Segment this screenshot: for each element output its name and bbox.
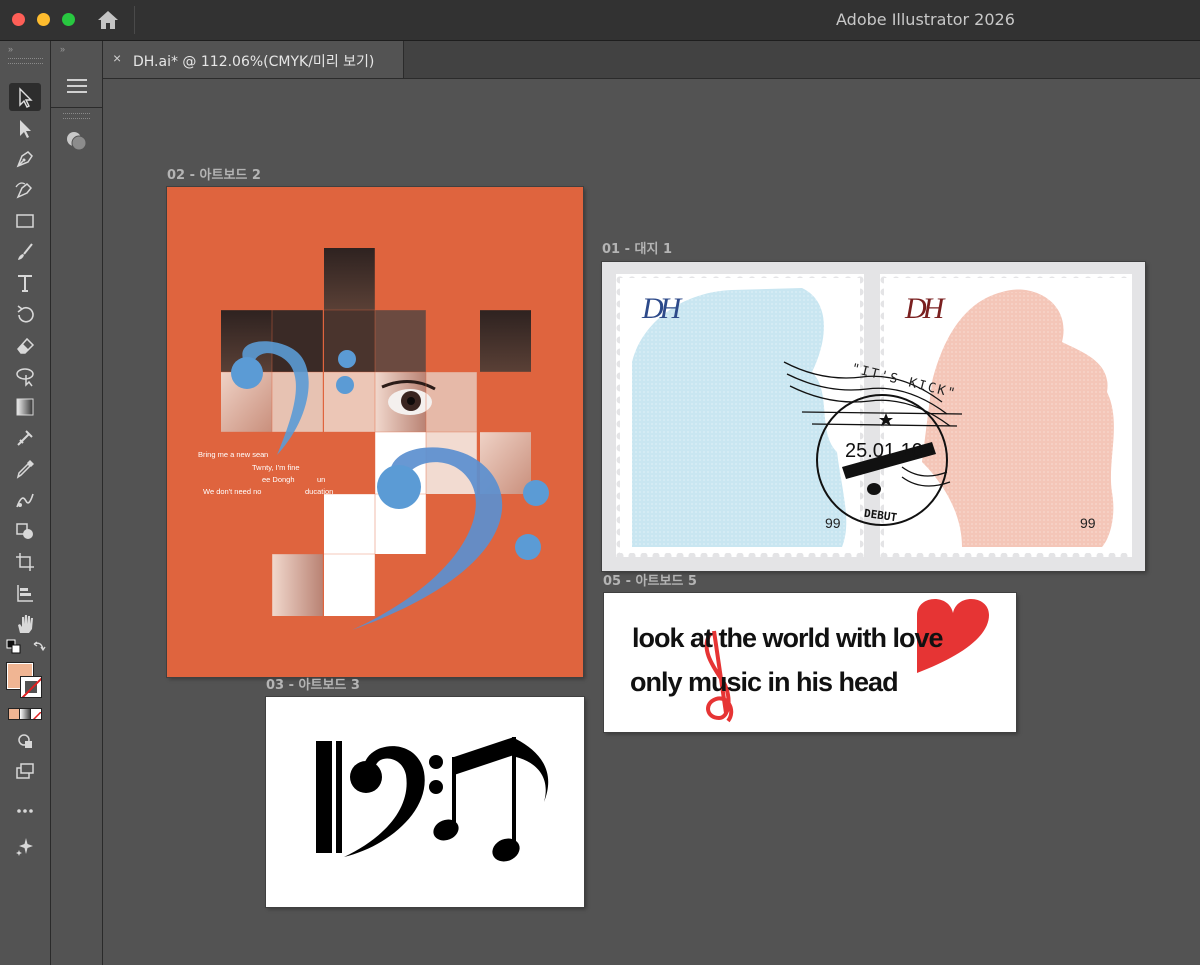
blend-tool[interactable] (9, 486, 41, 514)
no-stroke-icon (21, 677, 41, 697)
lyric-line-1b: n (264, 450, 268, 459)
direct-selection-tool[interactable] (9, 114, 41, 142)
document-tab-bar: × DH.ai* @ 112.06%(CMYK/미리 보기) (103, 41, 1200, 79)
stroke-color-swatch[interactable] (20, 676, 42, 698)
left-stamp-price: 99 (825, 515, 841, 531)
gradient-tool[interactable] (9, 393, 41, 421)
curvature-tool[interactable] (9, 176, 41, 204)
none-mode-button[interactable] (30, 708, 42, 720)
lyric-line-3a: ee Dongh (262, 475, 295, 484)
lyric-line-2b: nty, I'm fine (262, 463, 300, 472)
eraser-icon (17, 337, 35, 354)
tagline-line-1: look at the world with love (632, 623, 944, 653)
swap-colors-icon[interactable] (31, 639, 47, 655)
curvature-pen-icon (15, 182, 33, 199)
artboard-1[interactable]: DH DH 99 99 25.01.10 DEBUT "IT'S KICK" (602, 262, 1145, 571)
blend-icon (16, 493, 34, 508)
lasso-tool[interactable] (9, 362, 41, 390)
hand-icon (18, 615, 33, 633)
screen-mode-icon (16, 763, 34, 779)
artboard-2-artwork: Bring me a new sea n Tw nty, I'm fine ee… (198, 248, 549, 630)
divider (134, 6, 135, 34)
eraser-tool[interactable] (9, 331, 41, 359)
edit-toolbar-button[interactable] (9, 797, 41, 825)
stamps-artwork (612, 270, 1136, 561)
zoom-window-button[interactable] (62, 13, 75, 26)
default-colors-icon[interactable] (6, 639, 22, 655)
rotate-icon (17, 305, 34, 323)
lyric-line-1: Bring me a new sea (198, 450, 265, 459)
tools-panel: ›› (0, 41, 51, 965)
panel-grip[interactable] (63, 113, 90, 119)
artboard-label[interactable]: 05 - 아트보드 5 (603, 570, 697, 589)
paintbrush-icon (18, 243, 33, 260)
mesh-tool[interactable] (9, 424, 41, 452)
artboard-3[interactable] (266, 697, 584, 907)
lyric-line-2a: Tw (252, 463, 262, 472)
rectangle-tool[interactable] (9, 207, 41, 235)
collapse-toggle[interactable]: ›› (8, 44, 13, 54)
rectangle-icon (16, 214, 34, 228)
title-bar: Adobe Illustrator 2026 (0, 0, 1200, 41)
gradient-icon (16, 398, 34, 416)
sparkle-icon (16, 838, 33, 856)
shape-builder-tool[interactable] (9, 517, 41, 545)
artboard-label[interactable]: 02 - 아트보드 2 (167, 164, 261, 183)
hamburger-icon[interactable] (66, 77, 88, 95)
lyric-line-4b: ducation (305, 487, 333, 496)
document-tab[interactable]: × DH.ai* @ 112.06%(CMYK/미리 보기) (103, 41, 404, 78)
app-title: Adobe Illustrator 2026 (836, 10, 1015, 29)
rotate-tool[interactable] (9, 300, 41, 328)
screen-mode-button[interactable] (9, 757, 41, 785)
shape-builder-icon (16, 523, 33, 539)
paintbrush-tool[interactable] (9, 238, 41, 266)
type-icon (18, 275, 32, 292)
generative-button[interactable] (9, 832, 41, 860)
left-stamp-monogram: DH (642, 292, 681, 325)
right-stamp-monogram: DH (905, 292, 944, 325)
panel-grip[interactable] (8, 58, 43, 64)
direct-selection-arrow-icon (20, 120, 31, 138)
panel-menu-section (51, 67, 102, 108)
artboard-label[interactable]: 01 - 대지 1 (602, 238, 672, 257)
eyedropper-tool[interactable] (9, 455, 41, 483)
more-dots-icon (17, 809, 33, 813)
none-slash-icon (32, 711, 41, 719)
hand-tool[interactable] (9, 610, 41, 638)
selection-tool[interactable] (9, 83, 41, 111)
selection-arrow-icon (19, 87, 33, 108)
right-stamp-price: 99 (1080, 515, 1096, 531)
close-tab-button[interactable]: × (113, 50, 121, 66)
minimize-window-button[interactable] (37, 13, 50, 26)
eyedropper-icon (16, 460, 34, 479)
lyric-line-3b: un (317, 475, 325, 484)
postmark-date: 25.01.10 (845, 440, 923, 462)
artboard-tool[interactable] (9, 548, 41, 576)
home-icon[interactable] (96, 9, 120, 31)
artboard-5-artwork (704, 598, 989, 723)
collapse-toggle[interactable]: ›› (60, 44, 65, 54)
lasso-icon (16, 368, 34, 387)
artboard-label[interactable]: 03 - 아트보드 3 (266, 674, 360, 693)
artboard-5[interactable]: look at the world with love only music i… (604, 593, 1016, 732)
pen-tool[interactable] (9, 145, 41, 173)
draw-mode-icon (18, 734, 32, 748)
artboard-2[interactable]: Bring me a new sea n Tw nty, I'm fine ee… (167, 187, 583, 677)
dh-music-logo (316, 737, 549, 862)
tagline-line-2: only music in his head (630, 667, 899, 697)
document-tab-title: DH.ai* @ 112.06%(CMYK/미리 보기) (133, 54, 375, 70)
mesh-icon (17, 430, 33, 446)
chart-tool[interactable] (9, 579, 41, 607)
appearance-panel-icon[interactable] (65, 129, 89, 153)
bar-chart-icon (17, 585, 33, 602)
artboard-icon (16, 553, 34, 571)
close-window-button[interactable] (12, 13, 25, 26)
type-tool[interactable] (9, 269, 41, 297)
pen-icon (16, 151, 33, 168)
lyric-line-4a: We don't need no (203, 487, 261, 496)
panels-dock: ›› (51, 41, 103, 965)
draw-mode-button[interactable] (9, 727, 41, 755)
